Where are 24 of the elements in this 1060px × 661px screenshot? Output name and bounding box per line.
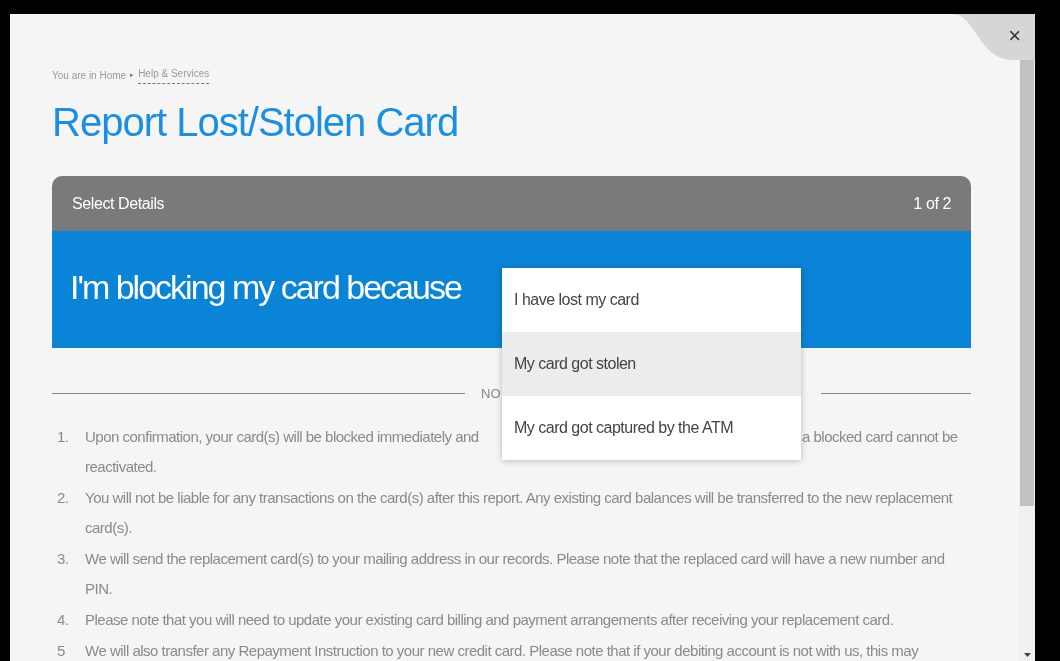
note-text: reactivated. [85,456,158,477]
close-button[interactable]: × [1008,24,1021,48]
breadcrumb-text: You are in Home [52,68,127,83]
note-text: Upon confirmation, your card(s) will be blocked immediately and [85,426,480,447]
note-text: We will also transfer any Repayment Instruction to your new credit card. Please note that if your debiting account is not with us, this may [85,640,919,661]
list-number: 2. [56,487,70,508]
question-text: I'm blocking my card because [70,267,461,308]
note-text: a blocked card cannot be [802,426,958,447]
list-number: 3. [56,548,70,569]
divider-label: NO [481,385,501,403]
scroll-down-icon[interactable] [1023,653,1031,657]
dropdown-option[interactable]: My card got stolen [502,332,801,396]
scrollbar-thumb[interactable] [1020,60,1034,506]
list-number: 5 [56,640,66,661]
dropdown-option[interactable]: I have lost my card [502,268,801,332]
step-counter: 1 of 2 [913,193,951,214]
note-text: Please note that you will need to update your existing card billing and payment arrangements after receiving your replacement card. [85,609,894,630]
list-number: 1. [56,426,70,447]
step-label: Select Details [72,193,165,214]
page-title: Report Lost/Stolen Card [52,99,460,146]
dropdown-option[interactable]: My card got captured by the ATM [502,396,801,460]
list-number: 4. [56,609,70,630]
note-text: You will not be liable for any transactions on the card(s) after this report. Any existing card balances will be transferred to the new replacement card(s). [85,487,954,538]
note-text: We will send the replacement card(s) to your mailing address in our records. Please note that the replaced card will have a new number and PIN. [85,548,946,599]
